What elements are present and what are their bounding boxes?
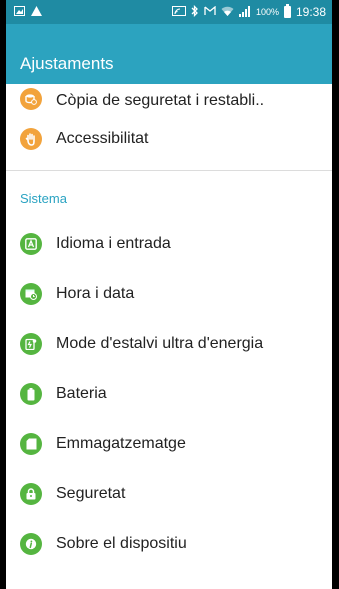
settings-list[interactable]: Còpia de seguretat i restabli.. Accessib… bbox=[6, 84, 332, 569]
app-bar: Ajustaments bbox=[6, 24, 332, 84]
backup-icon bbox=[20, 88, 42, 110]
storage-icon bbox=[20, 433, 42, 455]
signal-icon bbox=[238, 5, 251, 19]
settings-item-accessibility[interactable]: Accessibilitat bbox=[6, 114, 332, 164]
settings-item-battery[interactable]: Bateria bbox=[6, 369, 332, 419]
nfc-icon bbox=[204, 5, 216, 18]
calendar-clock-icon bbox=[20, 283, 42, 305]
hand-icon bbox=[20, 128, 42, 150]
settings-item-about-device[interactable]: Sobre el dispositiu bbox=[6, 519, 332, 569]
battery-status-icon bbox=[283, 4, 291, 18]
battery-icon bbox=[20, 383, 42, 405]
power-saving-icon bbox=[20, 333, 42, 355]
settings-item-label: Sobre el dispositiu bbox=[56, 535, 187, 552]
settings-item-label: Mode d'estalvi ultra d'energia bbox=[56, 335, 264, 352]
settings-item-ultra-power-saving[interactable]: Mode d'estalvi ultra d'energia bbox=[6, 319, 332, 369]
settings-item-security[interactable]: Seguretat bbox=[6, 469, 332, 519]
lock-icon bbox=[20, 483, 42, 505]
settings-item-label: Hora i data bbox=[56, 285, 135, 302]
settings-item-label: Idioma i entrada bbox=[56, 235, 171, 252]
status-bar: 100% 19:38 bbox=[6, 0, 332, 24]
image-notification-icon bbox=[14, 6, 25, 18]
settings-item-date-time[interactable]: Hora i data bbox=[6, 269, 332, 319]
warning-icon bbox=[31, 6, 42, 18]
settings-item-backup[interactable]: Còpia de seguretat i restabli.. bbox=[6, 84, 332, 110]
settings-item-label: Bateria bbox=[56, 385, 107, 402]
language-icon bbox=[20, 233, 42, 255]
settings-item-label: Còpia de seguretat i restabli.. bbox=[56, 92, 265, 109]
page-title: Ajustaments bbox=[20, 54, 114, 73]
status-bar-left bbox=[14, 6, 42, 18]
settings-item-storage[interactable]: Emmagatzematge bbox=[6, 419, 332, 469]
phone-screen: 100% 19:38 Ajustaments Còpia de segureta… bbox=[6, 0, 332, 589]
screen-mirroring-icon bbox=[171, 6, 186, 18]
settings-item-label: Seguretat bbox=[56, 485, 126, 502]
settings-item-label: Emmagatzematge bbox=[56, 435, 186, 452]
info-icon bbox=[20, 533, 42, 555]
bluetooth-icon bbox=[191, 4, 199, 19]
battery-percent: 100% bbox=[255, 6, 279, 17]
settings-item-language[interactable]: Idioma i entrada bbox=[6, 219, 332, 269]
wifi-icon bbox=[221, 6, 234, 19]
section-header-system: Sistema bbox=[20, 191, 67, 206]
status-bar-right: 100% 19:38 bbox=[171, 4, 326, 19]
settings-item-label: Accessibilitat bbox=[56, 130, 149, 147]
clock: 19:38 bbox=[295, 5, 326, 19]
